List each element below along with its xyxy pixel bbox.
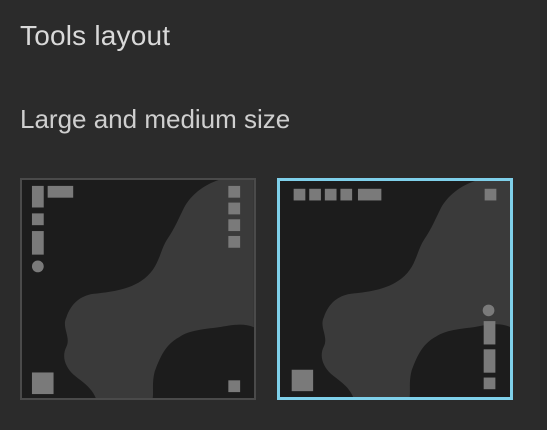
- tool-icon: [228, 380, 241, 393]
- tool-icon: [228, 219, 241, 232]
- tool-icon: [293, 188, 306, 201]
- tool-icon: [291, 369, 314, 392]
- tool-icon: [484, 188, 497, 201]
- tool-icon: [31, 231, 44, 255]
- layout-preview-vertical-left: [22, 180, 254, 398]
- layout-preview-horizontal-top: [280, 181, 510, 397]
- tool-icon: [228, 202, 241, 215]
- tool-icon: [31, 185, 44, 208]
- section-title: Tools layout: [20, 20, 171, 51]
- tool-icon: [483, 321, 496, 345]
- tool-icon: [340, 188, 353, 201]
- layout-option-vertical-left[interactable]: [20, 178, 256, 400]
- tool-icon: [324, 188, 337, 201]
- layout-option-horizontal-top[interactable]: [277, 178, 513, 400]
- tool-icon: [309, 188, 321, 201]
- section-subtitle: Large and medium size: [20, 104, 291, 134]
- tool-icon: [31, 372, 54, 395]
- tool-icon: [357, 188, 382, 201]
- tool-icon: [228, 185, 241, 198]
- tool-icon: [31, 213, 44, 226]
- tool-icon: [483, 377, 496, 390]
- tool-icon: [47, 185, 74, 198]
- tool-icon: [483, 349, 496, 373]
- tool-icon: [482, 304, 495, 317]
- tool-icon: [228, 235, 241, 248]
- tools-layout-panel: Tools layout Large and medium size: [0, 0, 547, 430]
- tool-icon: [31, 260, 44, 273]
